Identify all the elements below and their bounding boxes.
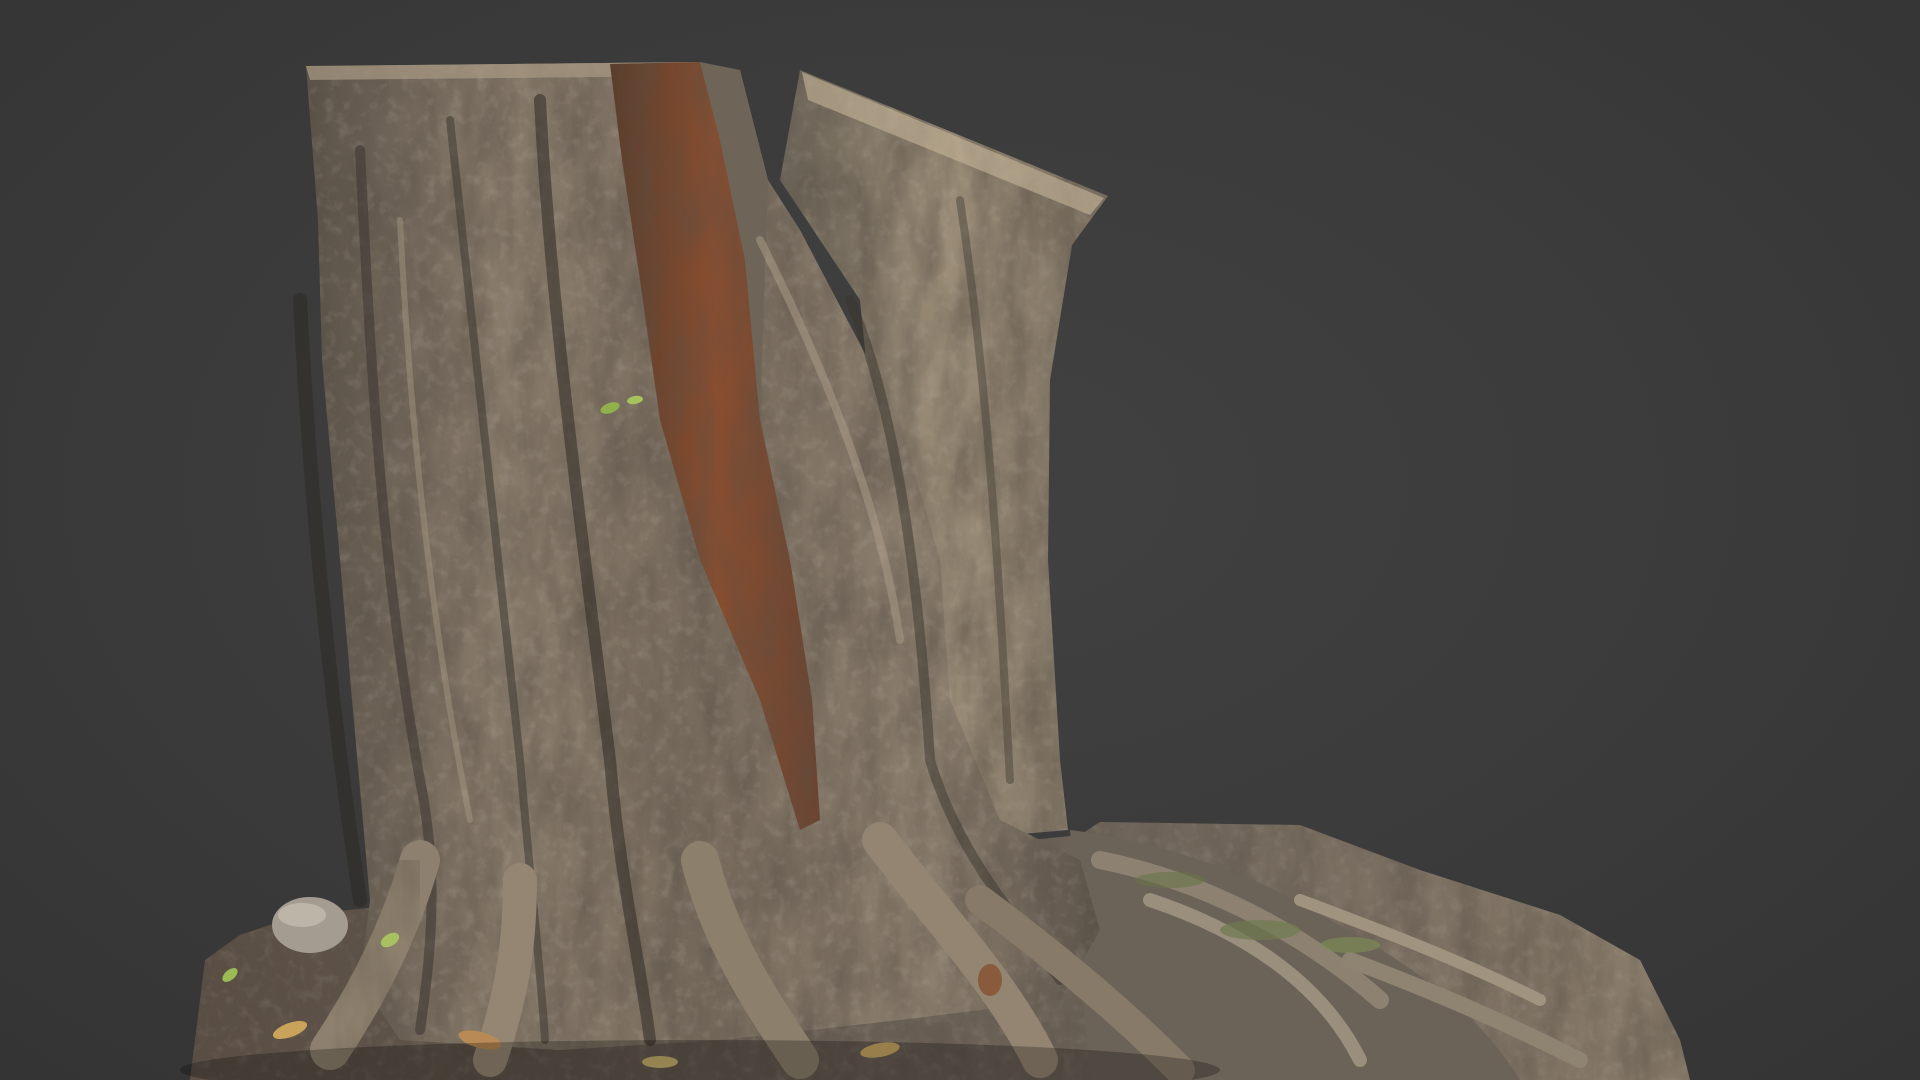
3d-viewport[interactable] <box>0 0 1920 1080</box>
tree-stump-scan <box>180 62 1690 1080</box>
